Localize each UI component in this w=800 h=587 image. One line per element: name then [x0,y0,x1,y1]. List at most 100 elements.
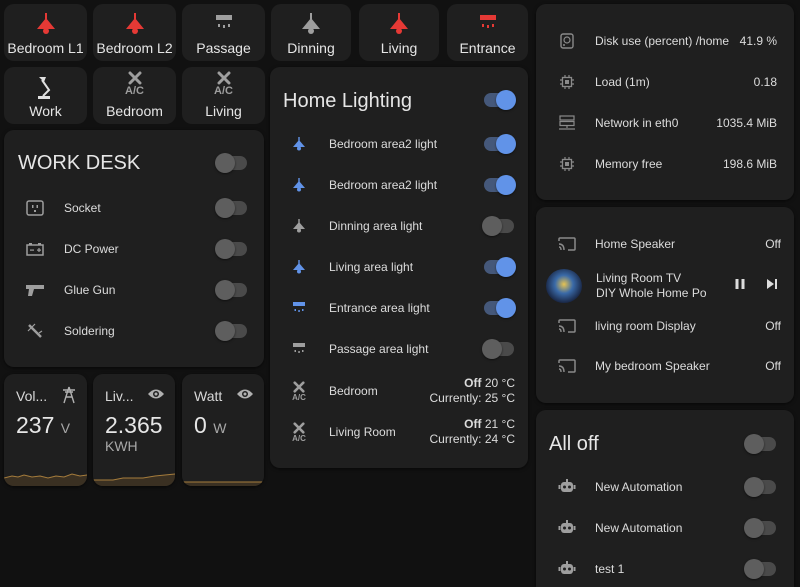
list-item-label: Glue Gun [64,283,116,297]
transmission-tower-icon [61,386,77,409]
tile-label: Living [380,40,418,56]
sparkline [182,481,264,486]
media-players-card: Home Speaker Off Living Room TV DIY Whol… [536,207,794,403]
list-item-label: Living area light [329,260,414,274]
ac-glyph: A/C [125,85,144,97]
soldering-toggle[interactable] [215,321,247,341]
sensor-name: Watt [194,388,223,404]
glue-gun-toggle[interactable] [215,280,247,300]
ac-glyph: A/C [214,85,233,97]
light-toggle[interactable] [482,216,514,236]
ceiling-lamp-icon [32,11,60,37]
tile-label: Entrance [459,40,516,56]
list-item-label: DC Power [64,242,119,256]
light-toggle[interactable] [482,339,514,359]
ceiling-lamp-icon [121,11,149,37]
card-title: All off [549,433,599,455]
list-item-label: Memory free [595,157,663,171]
ac-glyph: A/C [292,392,306,402]
tile-ac-living[interactable]: A/C Living [182,67,265,124]
eye-icon [236,387,254,406]
media-state: Off [765,359,781,373]
sensor-card-living-energy[interactable]: Liv... 2.365 KWH [93,374,175,486]
home-lighting-master-toggle[interactable] [484,90,516,110]
sensor-card-voltage[interactable]: Vol... 237 V [4,374,87,486]
tile-ac-bedroom[interactable]: A/C Bedroom [93,67,176,124]
media-state: Off [765,237,781,251]
dc-power-toggle[interactable] [215,239,247,259]
tile-label: Dinning [287,40,335,56]
eye-icon [147,387,165,406]
tile-bedroom-l1[interactable]: Bedroom L1 [4,4,87,61]
list-item-label: Network in eth0 [595,116,679,130]
climate-row-bedroom[interactable]: A/C Bedroom Off 20 °C Currently: 25 °C [270,375,528,407]
automation-toggle[interactable] [744,518,776,538]
media-state: Off [765,319,781,333]
tile-work[interactable]: Work [4,67,87,124]
light-toggle[interactable] [484,298,516,318]
list-item: Load (1m) 0.18 [536,72,794,92]
work-desk-master-toggle[interactable] [215,153,247,173]
album-art [546,269,582,303]
glue-gun-icon [22,283,48,297]
sensor-name: Liv... [105,388,134,404]
pause-button[interactable] [734,277,746,295]
light-toggle[interactable] [484,134,516,154]
list-item-label: Home Speaker [595,237,676,251]
tile-living[interactable]: Living [359,4,439,61]
tile-label: Bedroom L2 [96,40,173,56]
tile-passage[interactable]: Passage [182,4,265,61]
sensor-unit: KWH [105,438,138,454]
sensor-card-watt[interactable]: Watt 0 W [182,374,264,486]
list-item-label: Passage area light [329,342,429,356]
list-item-label: New Automation [595,480,683,494]
media-row[interactable]: Home Speaker Off [536,234,794,254]
robot-icon [554,479,580,495]
tile-bedroom-l2[interactable]: Bedroom L2 [93,4,176,61]
climate-state: Off 20 °C Currently: 25 °C [429,376,516,405]
list-item-value: 0.18 [753,75,777,89]
climate-state: Off 21 °C Currently: 24 °C [429,417,516,446]
all-off-master-toggle[interactable] [744,434,776,454]
list-item-label: Socket [64,201,101,215]
automation-toggle[interactable] [744,559,776,579]
list-item-label: Living Room [329,425,396,439]
skip-next-icon [767,279,777,289]
list-item-label: New Automation [595,521,683,535]
system-monitor-card: Disk use (percent) /home 41.9 % Load (1m… [536,4,794,200]
sparkline [4,473,87,486]
media-row[interactable]: My bedroom Speaker Off [536,356,794,376]
tile-label: Passage [196,40,251,56]
list-item-label: Bedroom area2 light [329,137,438,151]
battery-icon [22,242,48,256]
tile-label: Bedroom [106,103,163,119]
socket-toggle[interactable] [215,198,247,218]
sensor-name: Vol... [16,388,48,404]
tile-label: Bedroom L1 [7,40,84,56]
ceiling-light-icon [286,342,312,356]
soldering-iron-icon [22,322,48,340]
ceiling-lamp-icon [286,219,312,233]
list-item-label: Dinning area light [329,219,423,233]
climate-row-living-room[interactable]: A/C Living Room Off 21 °C Currently: 24 … [270,416,528,448]
list-item-label: Disk use (percent) /home [595,34,730,48]
list-item-value: 1035.4 MiB [716,116,777,130]
cast-icon [554,359,580,373]
media-row-living-room-tv[interactable]: Living Room TV DIY Whole Home Pov [536,269,794,303]
light-toggle[interactable] [484,257,516,277]
list-item-value: 198.6 MiB [722,157,777,171]
list-item: Disk use (percent) /home 41.9 % [536,31,794,51]
light-toggle[interactable] [484,175,516,195]
automation-toggle[interactable] [744,477,776,497]
tile-entrance[interactable]: Entrance [447,4,528,61]
air-conditioner-icon: A/C [286,380,312,402]
ceiling-lamp-icon [286,137,312,151]
card-title: WORK DESK [18,152,141,174]
list-item-value: 41.9 % [739,34,777,48]
list-item-label: Bedroom area2 light [329,178,438,192]
tile-label: Living [205,103,242,119]
next-track-button[interactable] [766,277,778,295]
tile-dinning[interactable]: Dinning [271,4,351,61]
automations-card: All off New Automation New Automation te… [536,410,794,587]
media-row[interactable]: living room Display Off [536,316,794,336]
